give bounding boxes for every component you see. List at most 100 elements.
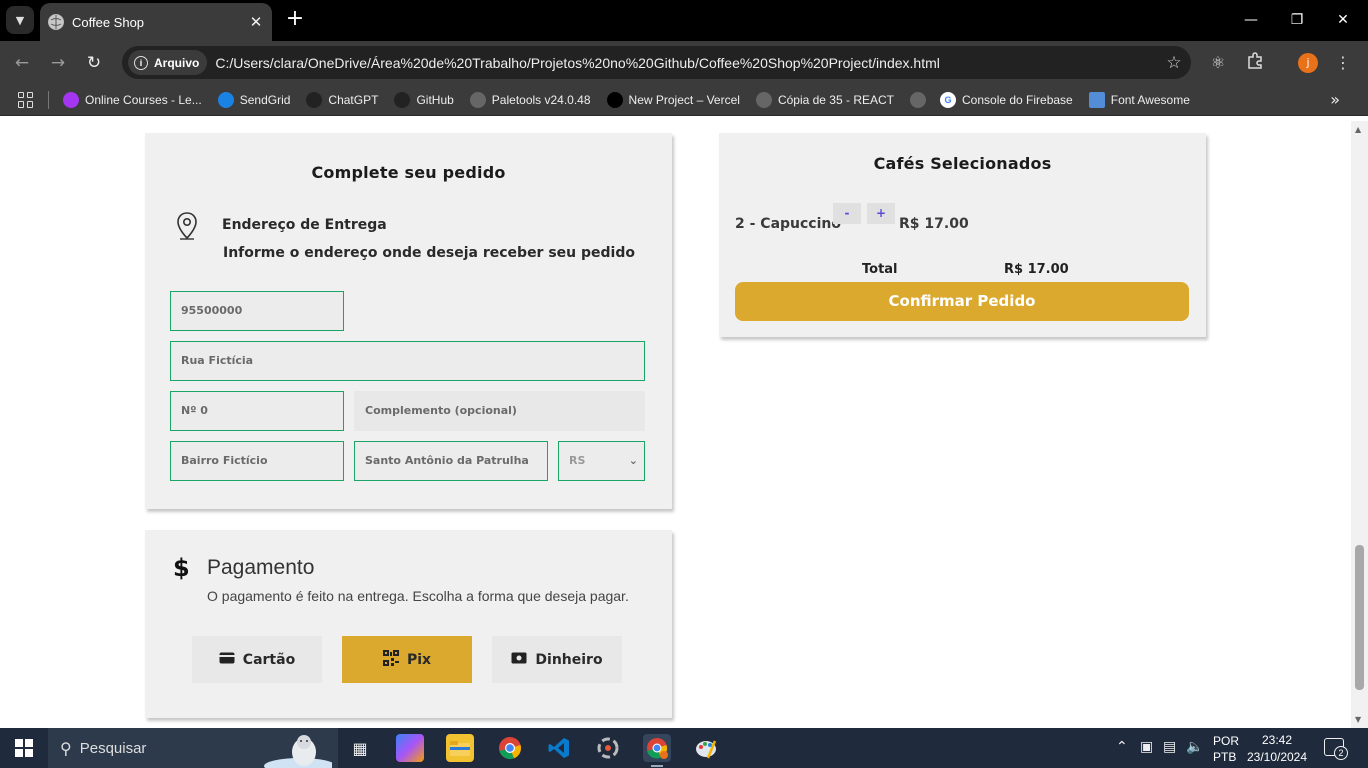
bookmark-item[interactable]: SendGrid bbox=[217, 91, 291, 108]
vercel-icon bbox=[606, 91, 623, 108]
chrome-profile-icon[interactable] bbox=[643, 734, 671, 767]
page-scrollbar[interactable]: ▲ ▼ bbox=[1351, 121, 1368, 728]
apps-grid-icon[interactable] bbox=[18, 91, 34, 108]
city-input[interactable]: Santo Antônio da Patrulha bbox=[354, 441, 548, 481]
browser-tab[interactable]: Coffee Shop ✕ bbox=[40, 3, 272, 41]
neighborhood-input[interactable]: Bairro Fictício bbox=[170, 441, 344, 481]
globe-icon bbox=[910, 91, 926, 108]
bookmark-label: GitHub bbox=[416, 92, 454, 107]
site-info-label: Arquivo bbox=[154, 55, 200, 70]
browser-titlebar: ▼ Coffee Shop ✕ + — ❐ ✕ bbox=[0, 0, 1368, 41]
more-bookmarks-icon[interactable]: » bbox=[1330, 90, 1340, 109]
vscode-icon[interactable] bbox=[545, 734, 573, 762]
clock-time: 23:42 bbox=[1261, 733, 1293, 747]
address-bar[interactable]: i Arquivo C:/Users/clara/OneDrive/Área%2… bbox=[122, 46, 1191, 79]
volume-icon[interactable]: 🔈 bbox=[1186, 739, 1203, 755]
pay-cash-label: Dinheiro bbox=[535, 651, 603, 668]
pay-pix-label: Pix bbox=[406, 651, 432, 668]
scroll-down-arrow-icon[interactable]: ▼ bbox=[1355, 715, 1361, 724]
number-input[interactable]: Nº 0 bbox=[170, 391, 344, 431]
bookmark-label: Console do Firebase bbox=[962, 92, 1073, 107]
complement-input[interactable]: Complemento (opcional) bbox=[354, 391, 645, 431]
street-input[interactable]: Rua Fictícia bbox=[170, 341, 645, 381]
taskbar-search[interactable]: ⚲ Pesquisar bbox=[48, 728, 338, 768]
close-window-button[interactable]: ✕ bbox=[1320, 8, 1366, 32]
credit-card-icon bbox=[219, 652, 235, 668]
pay-pix-button[interactable]: Pix bbox=[342, 636, 472, 683]
bookmark-star-icon[interactable]: ☆ bbox=[1157, 53, 1191, 73]
minimize-button[interactable]: — bbox=[1228, 8, 1274, 32]
search-highlight-art bbox=[264, 735, 332, 768]
bookmark-item[interactable]: Cópia de 35 - REACT bbox=[755, 91, 894, 108]
pay-card-button[interactable]: Cartão bbox=[192, 636, 322, 683]
chevron-down-icon: ▼ bbox=[15, 13, 25, 27]
bookmark-label: Font Awesome bbox=[1110, 92, 1190, 107]
confirm-order-button[interactable]: Confirmar Pedido bbox=[735, 282, 1189, 321]
pay-cash-button[interactable]: Dinheiro bbox=[492, 636, 622, 683]
search-icon: ⚲ bbox=[60, 738, 72, 758]
chrome-icon[interactable] bbox=[496, 734, 524, 762]
bookmark-item[interactable]: New Project – Vercel bbox=[606, 91, 740, 108]
reload-button[interactable]: ↻ bbox=[80, 49, 108, 77]
new-tab-button[interactable]: + bbox=[283, 8, 307, 32]
scroll-up-arrow-icon[interactable]: ▲ bbox=[1355, 125, 1361, 134]
url-text[interactable]: C:/Users/clara/OneDrive/Área%20de%20Trab… bbox=[215, 55, 1157, 71]
payment-title: Pagamento bbox=[207, 556, 315, 579]
tab-search-button[interactable]: ▼ bbox=[6, 6, 34, 34]
cart-item-label: 2 - Capuccino bbox=[735, 216, 841, 232]
google-icon: G bbox=[940, 91, 956, 108]
bookmark-item[interactable]: GitHub bbox=[394, 91, 454, 108]
clock-date: 23/10/2024 bbox=[1246, 750, 1308, 764]
cart-item-price: R$ 17.00 bbox=[899, 216, 969, 232]
bookmarks-divider bbox=[48, 90, 49, 109]
app-icon[interactable] bbox=[594, 734, 622, 762]
bookmark-label: SendGrid bbox=[239, 92, 291, 107]
clock[interactable]: 23:42 23/10/2024 bbox=[1246, 732, 1308, 768]
bookmark-item[interactable]: Online Courses - Le... bbox=[63, 91, 202, 108]
chevron-up-icon[interactable]: ⌃ bbox=[1116, 739, 1128, 755]
paint-icon[interactable] bbox=[692, 734, 720, 762]
state-select[interactable]: RS ⌄ bbox=[558, 441, 645, 481]
arrow-right-icon: → bbox=[50, 53, 66, 73]
notifications-badge: 2 bbox=[1334, 746, 1348, 760]
scrollbar-thumb[interactable] bbox=[1355, 545, 1364, 690]
flag-icon bbox=[1088, 91, 1105, 108]
bookmark-item[interactable]: G Console do Firebase bbox=[940, 91, 1073, 108]
windows-start-icon[interactable] bbox=[15, 739, 33, 757]
bookmark-item[interactable] bbox=[910, 91, 932, 108]
address-title: Endereço de Entrega bbox=[222, 217, 387, 233]
extensions-icon[interactable] bbox=[1244, 52, 1266, 74]
decrement-button[interactable]: - bbox=[833, 203, 861, 224]
copilot-icon[interactable] bbox=[396, 734, 424, 762]
site-info-button[interactable]: i Arquivo bbox=[128, 50, 208, 75]
bookmark-label: New Project – Vercel bbox=[628, 92, 740, 107]
file-explorer-icon[interactable] bbox=[446, 734, 474, 762]
profile-avatar[interactable]: j bbox=[1298, 53, 1318, 73]
language-indicator[interactable]: POR PTB bbox=[1213, 733, 1239, 768]
total-label: Total bbox=[862, 262, 898, 277]
arrow-left-icon: ← bbox=[14, 53, 30, 73]
react-devtools-icon[interactable]: ⚛ bbox=[1207, 52, 1229, 74]
browser-toolbar: ← → ↻ i Arquivo C:/Users/clara/OneDrive/… bbox=[0, 41, 1368, 84]
state-select-value: RS bbox=[569, 454, 586, 467]
keyboard-layout: PTB bbox=[1213, 750, 1237, 764]
task-view-icon[interactable]: ▦ bbox=[346, 734, 374, 762]
cep-input[interactable]: 95500000 bbox=[170, 291, 344, 331]
network-icon[interactable]: ▤ bbox=[1163, 739, 1176, 755]
dollar-icon: $ bbox=[173, 554, 190, 582]
bookmark-item[interactable]: Paletools v24.0.48 bbox=[469, 91, 591, 108]
back-button[interactable]: ← bbox=[8, 49, 36, 77]
chevron-down-icon: ⌄ bbox=[628, 454, 638, 467]
sendgrid-icon bbox=[217, 91, 234, 108]
menu-dots-icon[interactable]: ⋮ bbox=[1332, 52, 1354, 74]
cart-title: Cafés Selecionados bbox=[873, 154, 1052, 173]
forward-button[interactable]: → bbox=[44, 49, 72, 77]
camera-icon[interactable]: ▣ bbox=[1140, 739, 1153, 755]
close-tab-icon[interactable]: ✕ bbox=[244, 13, 268, 31]
bookmark-item[interactable]: Font Awesome bbox=[1088, 91, 1190, 108]
chatgpt-icon bbox=[306, 91, 323, 108]
bookmark-label: Online Courses - Le... bbox=[85, 92, 202, 107]
bookmark-item[interactable]: ChatGPT bbox=[306, 91, 378, 108]
restore-button[interactable]: ❐ bbox=[1274, 8, 1320, 32]
increment-button[interactable]: + bbox=[867, 203, 895, 224]
